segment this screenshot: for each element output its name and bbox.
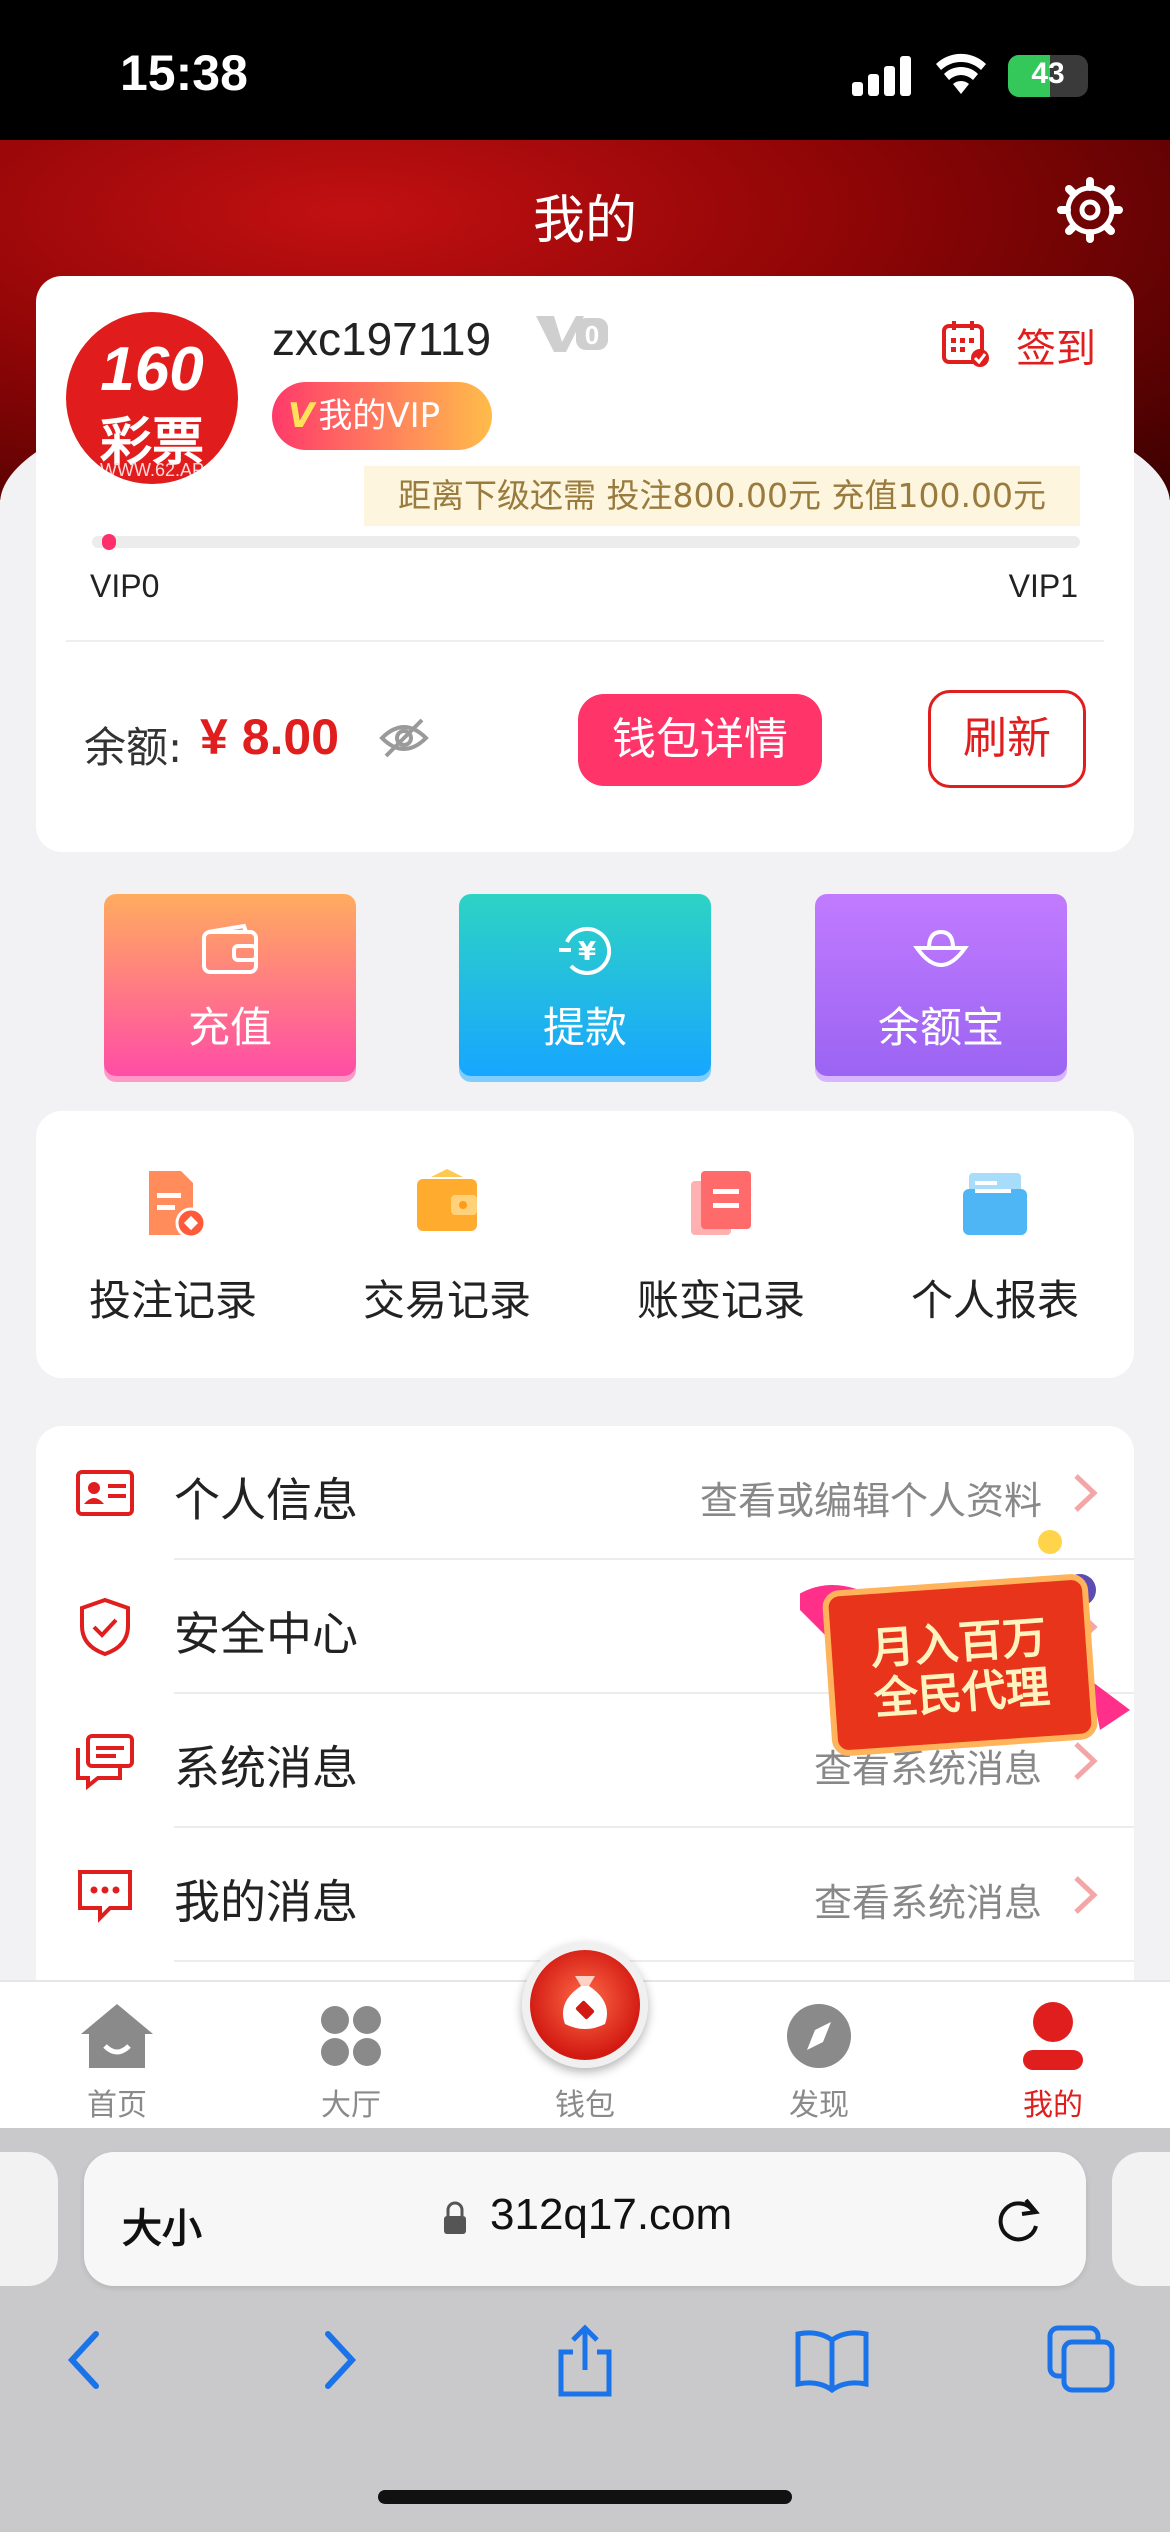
tab-hall[interactable]: 大厅 bbox=[234, 2000, 468, 2124]
vip-next-level: VIP1 bbox=[1008, 568, 1078, 604]
lock-icon bbox=[444, 2201, 466, 2234]
settings-gear-icon[interactable] bbox=[1055, 175, 1125, 245]
shield-icon bbox=[80, 1597, 130, 1657]
account-change-button[interactable]: 账变记录 bbox=[584, 1163, 858, 1328]
vip-progress-bar bbox=[92, 534, 1080, 550]
cellular-signal-icon bbox=[852, 56, 914, 96]
status-bar: 15:38 43 bbox=[0, 0, 1170, 140]
withdraw-button[interactable]: ¥ 提款 bbox=[459, 894, 711, 1076]
svg-text:0: 0 bbox=[585, 320, 599, 350]
balance-label: 余额: bbox=[84, 723, 183, 772]
trade-record-icon bbox=[417, 1169, 477, 1231]
hall-icon bbox=[321, 2006, 381, 2066]
browser-toolbar: 大小 312q17.com bbox=[0, 2128, 1170, 2532]
system-message-icon bbox=[76, 1734, 134, 1791]
checkin-button[interactable]: 签到 bbox=[1016, 316, 1096, 374]
calendar-icon[interactable] bbox=[940, 318, 990, 368]
svg-text:¥: ¥ bbox=[578, 937, 596, 967]
refresh-button[interactable]: 刷新 bbox=[928, 690, 1086, 788]
wallet-bag-icon bbox=[563, 1976, 607, 2029]
vip-level-icon: 0 bbox=[536, 316, 608, 352]
trade-record-button[interactable]: 交易记录 bbox=[310, 1163, 584, 1328]
profile-card: 160 彩票 WWW.62.AP zxc197119 0 V 我的VIP 签到 距… bbox=[36, 276, 1134, 852]
forward-icon[interactable] bbox=[300, 2322, 376, 2398]
wallet-icon bbox=[202, 923, 258, 974]
divider bbox=[66, 640, 1104, 642]
home-icon bbox=[81, 2004, 153, 2068]
chevron-right-icon bbox=[1074, 1474, 1098, 1512]
wifi-icon bbox=[936, 53, 986, 94]
bookmarks-icon[interactable] bbox=[794, 2322, 870, 2398]
personal-report-button[interactable]: 个人报表 bbox=[858, 1163, 1132, 1328]
battery-level: 43 bbox=[1031, 57, 1065, 90]
bet-record-icon bbox=[149, 1171, 207, 1239]
my-message-icon bbox=[78, 1870, 132, 1923]
yuebao-button[interactable]: 余额宝 bbox=[815, 894, 1067, 1076]
account-change-icon bbox=[691, 1171, 751, 1235]
report-icon bbox=[963, 1173, 1027, 1235]
status-time: 15:38 bbox=[120, 45, 248, 101]
tab-discover[interactable]: 发现 bbox=[702, 2000, 936, 2124]
tab-mine[interactable]: 我的 bbox=[936, 2000, 1170, 2124]
bet-record-button[interactable]: 投注记录 bbox=[36, 1163, 310, 1328]
previous-tab-preview[interactable] bbox=[0, 2152, 58, 2286]
person-icon bbox=[1023, 2002, 1083, 2070]
page-title: 我的 bbox=[532, 191, 637, 251]
agent-promo-banner[interactable]: 月入百万 全民代理 bbox=[800, 1530, 1130, 1770]
battery-icon: 43 bbox=[1008, 55, 1088, 97]
home-indicator bbox=[378, 2490, 792, 2504]
ingot-icon bbox=[913, 929, 969, 967]
text-size-button[interactable]: 大小 bbox=[122, 2196, 202, 2254]
tabs-icon[interactable] bbox=[1044, 2322, 1120, 2398]
eye-hidden-icon[interactable] bbox=[378, 712, 430, 764]
avatar[interactable]: 160 彩票 WWW.62.AP bbox=[66, 312, 238, 484]
wallet-detail-button[interactable]: 钱包详情 bbox=[578, 694, 822, 786]
compass-icon bbox=[787, 2004, 851, 2068]
reload-icon[interactable] bbox=[990, 2192, 1046, 2248]
vip-current-level: VIP0 bbox=[90, 568, 160, 604]
vip-v-icon: V bbox=[288, 396, 315, 436]
vip-progress-fill bbox=[102, 534, 116, 550]
address-bar[interactable]: 大小 312q17.com bbox=[84, 2152, 1086, 2286]
deposit-button[interactable]: 充值 bbox=[104, 894, 356, 1076]
wallet-fab-button[interactable] bbox=[522, 1942, 648, 2068]
back-icon[interactable] bbox=[48, 2322, 124, 2398]
records-card: 投注记录 交易记录 账变记录 个人报表 bbox=[36, 1111, 1134, 1378]
url-text: 312q17.com bbox=[490, 2190, 733, 2239]
tab-home[interactable]: 首页 bbox=[0, 2000, 234, 2124]
balance-value: ¥ 8.00 bbox=[200, 709, 340, 765]
withdraw-icon: ¥ bbox=[559, 927, 612, 975]
id-card-icon bbox=[76, 1470, 134, 1516]
vip-progress-note: 距离下级还需 投注800.00元 充值100.00元 bbox=[364, 466, 1080, 526]
my-vip-button[interactable]: V 我的VIP bbox=[272, 382, 492, 450]
share-icon[interactable] bbox=[547, 2322, 623, 2398]
chevron-right-icon bbox=[1074, 1876, 1098, 1914]
username: zxc197119 bbox=[272, 313, 492, 365]
next-tab-preview[interactable] bbox=[1112, 2152, 1170, 2286]
